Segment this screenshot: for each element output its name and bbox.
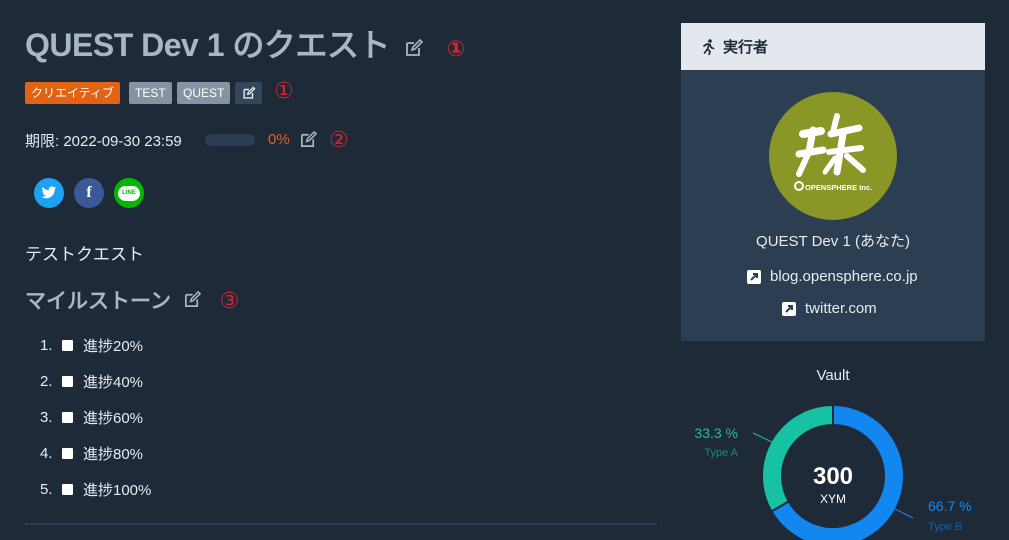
milestone-label: 進捗100% xyxy=(83,482,152,499)
performer-card-header: 実行者 xyxy=(681,23,985,70)
twitter-icon xyxy=(41,186,57,199)
milestone-checkbox[interactable] xyxy=(62,448,73,459)
facebook-icon: f xyxy=(86,184,92,201)
category-label-type-a: Type A xyxy=(704,447,738,459)
quest-description: テストクエスト xyxy=(25,245,144,264)
data-label-type-a: 33.3 % xyxy=(694,425,738,441)
line-share-button[interactable]: LINE xyxy=(114,178,144,208)
opensphere-logo xyxy=(794,113,866,191)
milestone-item: 4. 進捗80% xyxy=(40,445,144,463)
deadline-text: 期限: 2022-09-30 23:59 xyxy=(25,133,182,150)
vault-unit: XYM xyxy=(820,492,846,506)
section-divider xyxy=(25,523,657,525)
vault-donut-chart: 300 XYM 33.3 % Type A 66.7 % Type B xyxy=(694,403,972,540)
edit-title-icon[interactable] xyxy=(404,29,424,66)
milestone-label: 進捗20% xyxy=(83,338,144,355)
twitter-share-button[interactable] xyxy=(34,178,64,208)
milestone-label: 進捗40% xyxy=(83,374,144,391)
progress-percent: 0% xyxy=(268,131,290,148)
line-icon: LINE xyxy=(118,185,140,201)
facebook-share-button[interactable]: f xyxy=(74,178,104,208)
tag-creative[interactable]: クリエイティブ xyxy=(25,82,121,104)
milestones-heading: マイルストーン xyxy=(25,290,171,313)
quest-title-row: QUEST Dev 1 のクエスト ① xyxy=(25,20,465,66)
running-person-icon xyxy=(701,38,715,55)
vault-total: 300 xyxy=(813,463,853,490)
milestone-label: 進捗80% xyxy=(83,446,144,463)
category-label-type-b: Type B xyxy=(928,521,962,533)
annotation-marker: ① xyxy=(446,36,466,61)
milestone-item: 3. 進捗60% xyxy=(40,409,144,427)
annotation-marker: ① xyxy=(274,78,294,103)
data-label-type-b: 66.7 % xyxy=(928,498,972,514)
tag-test[interactable]: TEST xyxy=(129,82,172,104)
milestones-heading-row: マイルストーン ③ xyxy=(25,285,239,315)
milestone-item: 2. 進捗40% xyxy=(40,373,144,391)
twitter-link[interactable]: twitter.com xyxy=(782,300,877,317)
external-link-icon xyxy=(747,269,761,284)
avatar[interactable]: OPENSPHERE Inc. xyxy=(769,92,897,220)
tag-quest[interactable]: QUEST xyxy=(177,82,231,104)
edit-tags-button[interactable] xyxy=(235,82,262,104)
milestone-checkbox[interactable] xyxy=(62,340,73,351)
annotation-marker: ② xyxy=(329,127,349,152)
blog-link[interactable]: blog.opensphere.co.jp xyxy=(747,268,918,285)
milestone-item: 1. 進捗20% xyxy=(40,337,144,355)
leader-line-type-a xyxy=(752,432,773,443)
annotation-marker: ③ xyxy=(219,288,240,313)
external-link-icon xyxy=(782,301,796,316)
vault-title: Vault xyxy=(816,367,850,384)
edit-milestones-icon[interactable] xyxy=(183,290,202,315)
milestone-checkbox[interactable] xyxy=(62,484,73,495)
leader-line-type-b xyxy=(892,507,914,519)
milestone-checkbox[interactable] xyxy=(62,412,73,423)
progress-bar xyxy=(205,134,255,146)
performer-card-title: 実行者 xyxy=(723,39,769,56)
milestone-item: 5. 進捗100% xyxy=(40,481,152,499)
page-title: QUEST Dev 1 のクエスト xyxy=(25,27,390,63)
logo-text: OPENSPHERE Inc. xyxy=(805,183,873,192)
performer-name: QUEST Dev 1 (あなた) xyxy=(756,233,910,250)
milestone-label: 進捗60% xyxy=(83,410,144,427)
edit-icon xyxy=(242,86,255,99)
edit-deadline-icon[interactable] xyxy=(299,130,318,154)
milestone-checkbox[interactable] xyxy=(62,376,73,387)
